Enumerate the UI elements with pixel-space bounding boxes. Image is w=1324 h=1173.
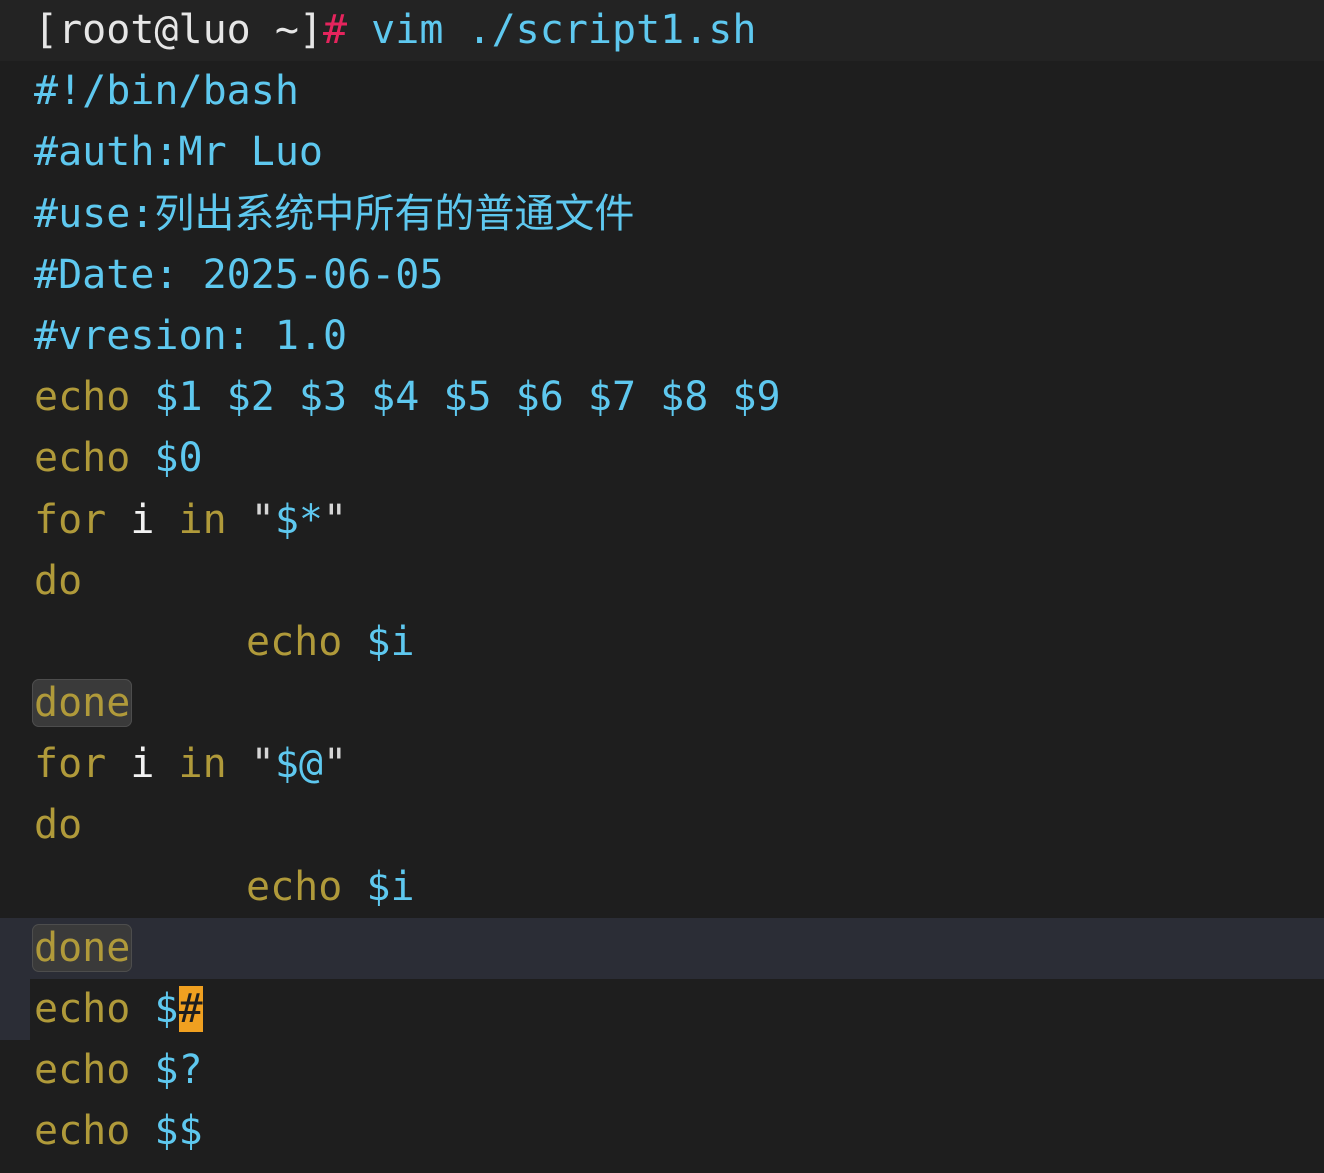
pid-var: $$ (130, 1108, 203, 1155)
exit-status-var: $? (130, 1047, 203, 1094)
prompt-user-host: [root@luo ~] (34, 7, 323, 53)
open-quote: " (226, 741, 275, 788)
for-keyword: for (34, 496, 107, 543)
code-line-6[interactable]: echo $1 $2 $3 $4 $5 $6 $7 $8 $9 (0, 367, 1324, 428)
code-line-10[interactable]: echo $i (0, 612, 1324, 673)
echo-keyword: echo (34, 374, 131, 421)
code-line-4[interactable]: #Date: 2025-06-05 (0, 245, 1324, 306)
close-quote: " (323, 741, 348, 788)
script-name-var: $0 (130, 435, 203, 482)
code-line-7[interactable]: echo $0 (0, 428, 1324, 489)
date-comment: #Date: 2025-06-05 (34, 251, 444, 298)
version-comment: #vresion: 1.0 (34, 312, 348, 359)
positional-args: $1 $2 $3 $4 $5 $6 $7 $8 $9 (130, 374, 781, 421)
loop-variable: i (106, 741, 179, 788)
code-line-13[interactable]: do (0, 795, 1324, 856)
prompt-command: vim ./script1.sh (347, 7, 757, 53)
close-quote: " (323, 496, 348, 543)
done-keyword-match: done (32, 923, 133, 972)
prompt-symbol: # (322, 7, 348, 53)
for-keyword: for (34, 741, 107, 788)
echo-keyword: echo (34, 986, 131, 1032)
code-line-14[interactable]: echo $i (0, 857, 1324, 918)
code-line-9[interactable]: do (0, 551, 1324, 612)
code-line-8[interactable]: for i in "$*" (0, 490, 1324, 551)
code-line-2[interactable]: #auth:Mr Luo (0, 122, 1324, 183)
text-cursor[interactable]: # (178, 986, 203, 1032)
loop-variable: i (106, 496, 179, 543)
all-args-star: $* (274, 496, 324, 543)
shell-prompt-line: [root@luo ~]# vim ./script1.sh (0, 0, 1324, 62)
code-line-5[interactable]: #vresion: 1.0 (0, 306, 1324, 367)
in-keyword: in (178, 741, 227, 788)
echo-keyword: echo (34, 1108, 131, 1155)
do-keyword: do (34, 802, 83, 849)
cursor-gutter-mark (0, 979, 30, 1041)
code-line-3[interactable]: #use:列出系统中所有的普通文件 (0, 184, 1324, 245)
do-keyword: do (34, 557, 83, 604)
loop-var-ref: $i (342, 863, 415, 910)
echo-keyword: echo (34, 1047, 131, 1094)
terminal-window[interactable]: [root@luo ~]# vim ./script1.sh #!/bin/ba… (0, 0, 1324, 1173)
done-keyword-match: done (32, 679, 133, 728)
open-quote: " (226, 496, 275, 543)
in-keyword: in (178, 496, 227, 543)
code-line-1[interactable]: #!/bin/bash (0, 61, 1324, 122)
author-comment: #auth:Mr Luo (34, 129, 323, 176)
code-line-12[interactable]: for i in "$@" (0, 734, 1324, 795)
code-line-17[interactable]: echo $? (0, 1040, 1324, 1101)
echo-keyword: echo (246, 863, 343, 910)
code-line-18[interactable]: echo $$ (0, 1101, 1324, 1162)
loop-var-ref: $i (342, 618, 415, 665)
echo-keyword: echo (246, 618, 343, 665)
use-comment: #use:列出系统中所有的普通文件 (34, 190, 635, 237)
echo-keyword: echo (34, 435, 131, 482)
all-args-at: $@ (274, 741, 324, 788)
dollar-sign: $ (130, 986, 179, 1032)
code-line-15-cursorline[interactable]: done (0, 917, 1324, 979)
code-line-16[interactable]: echo $# (0, 979, 1324, 1041)
shebang-comment: #!/bin/bash (34, 68, 299, 115)
code-line-11[interactable]: done (0, 673, 1324, 734)
